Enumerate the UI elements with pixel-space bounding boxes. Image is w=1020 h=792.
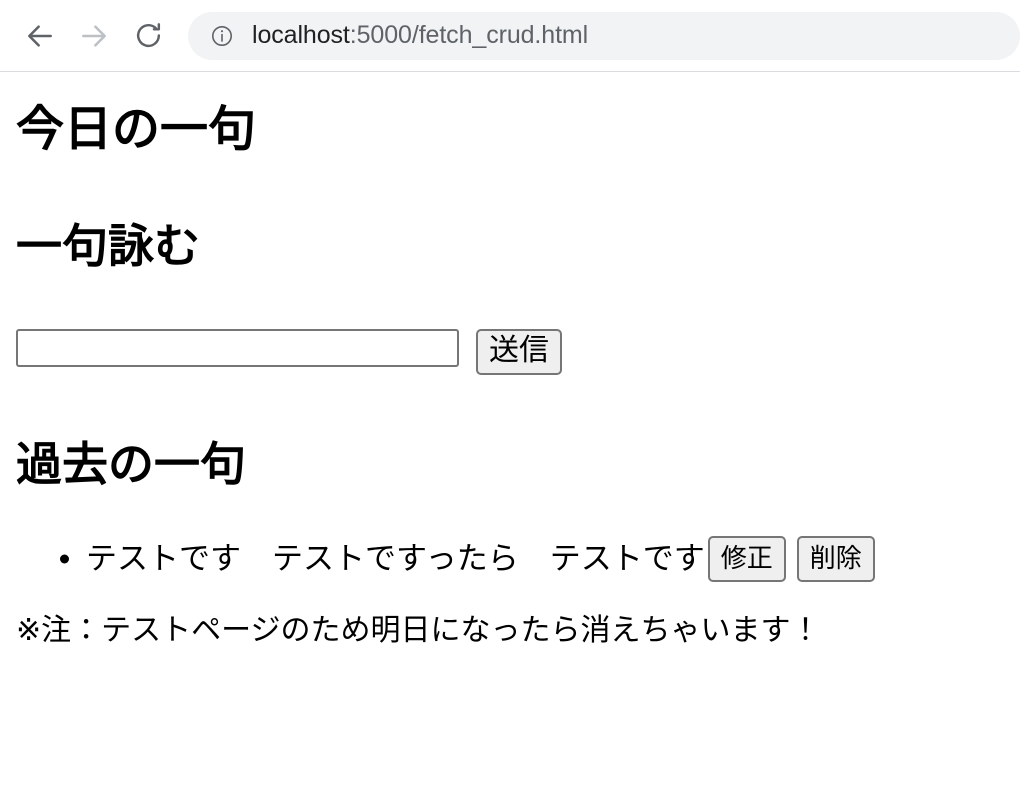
url-path: :5000/fetch_crud.html bbox=[349, 23, 589, 48]
list-item: テストです テストですったら テストです 修正 削除 bbox=[86, 535, 1004, 582]
address-bar[interactable]: localhost:5000/fetch_crud.html bbox=[188, 11, 1020, 60]
reload-button[interactable] bbox=[126, 14, 170, 58]
forward-button[interactable] bbox=[72, 14, 116, 58]
edit-button[interactable]: 修正 bbox=[707, 535, 786, 582]
submit-button[interactable]: 送信 bbox=[476, 329, 562, 376]
history-section-heading: 過去の一句 bbox=[16, 438, 246, 491]
forward-arrow-icon bbox=[78, 20, 110, 52]
compose-section-heading: 一句詠む bbox=[16, 219, 200, 272]
reload-icon bbox=[133, 20, 164, 51]
back-arrow-icon bbox=[24, 20, 56, 52]
page-title: 今日の一句 bbox=[16, 103, 257, 156]
delete-button[interactable]: 削除 bbox=[796, 535, 875, 582]
haiku-form: 送信 bbox=[16, 329, 1004, 376]
back-button[interactable] bbox=[18, 14, 62, 58]
note-text: ※注：テストページのため明日になったら消えちゃいます！ bbox=[16, 613, 821, 647]
browser-toolbar: localhost:5000/fetch_crud.html bbox=[0, 0, 1020, 72]
haiku-input[interactable] bbox=[16, 329, 459, 368]
page-content: 今日の一句 一句詠む 送信 過去の一句 テストです テストですったら テストです… bbox=[0, 103, 1020, 792]
haiku-text: テストです テストですったら テストです bbox=[86, 540, 705, 576]
url-host: localhost bbox=[252, 23, 350, 48]
url-text: localhost:5000/fetch_crud.html bbox=[252, 23, 588, 48]
site-info-icon[interactable] bbox=[210, 24, 234, 48]
haiku-list: テストです テストですったら テストです 修正 削除 bbox=[16, 535, 1004, 582]
